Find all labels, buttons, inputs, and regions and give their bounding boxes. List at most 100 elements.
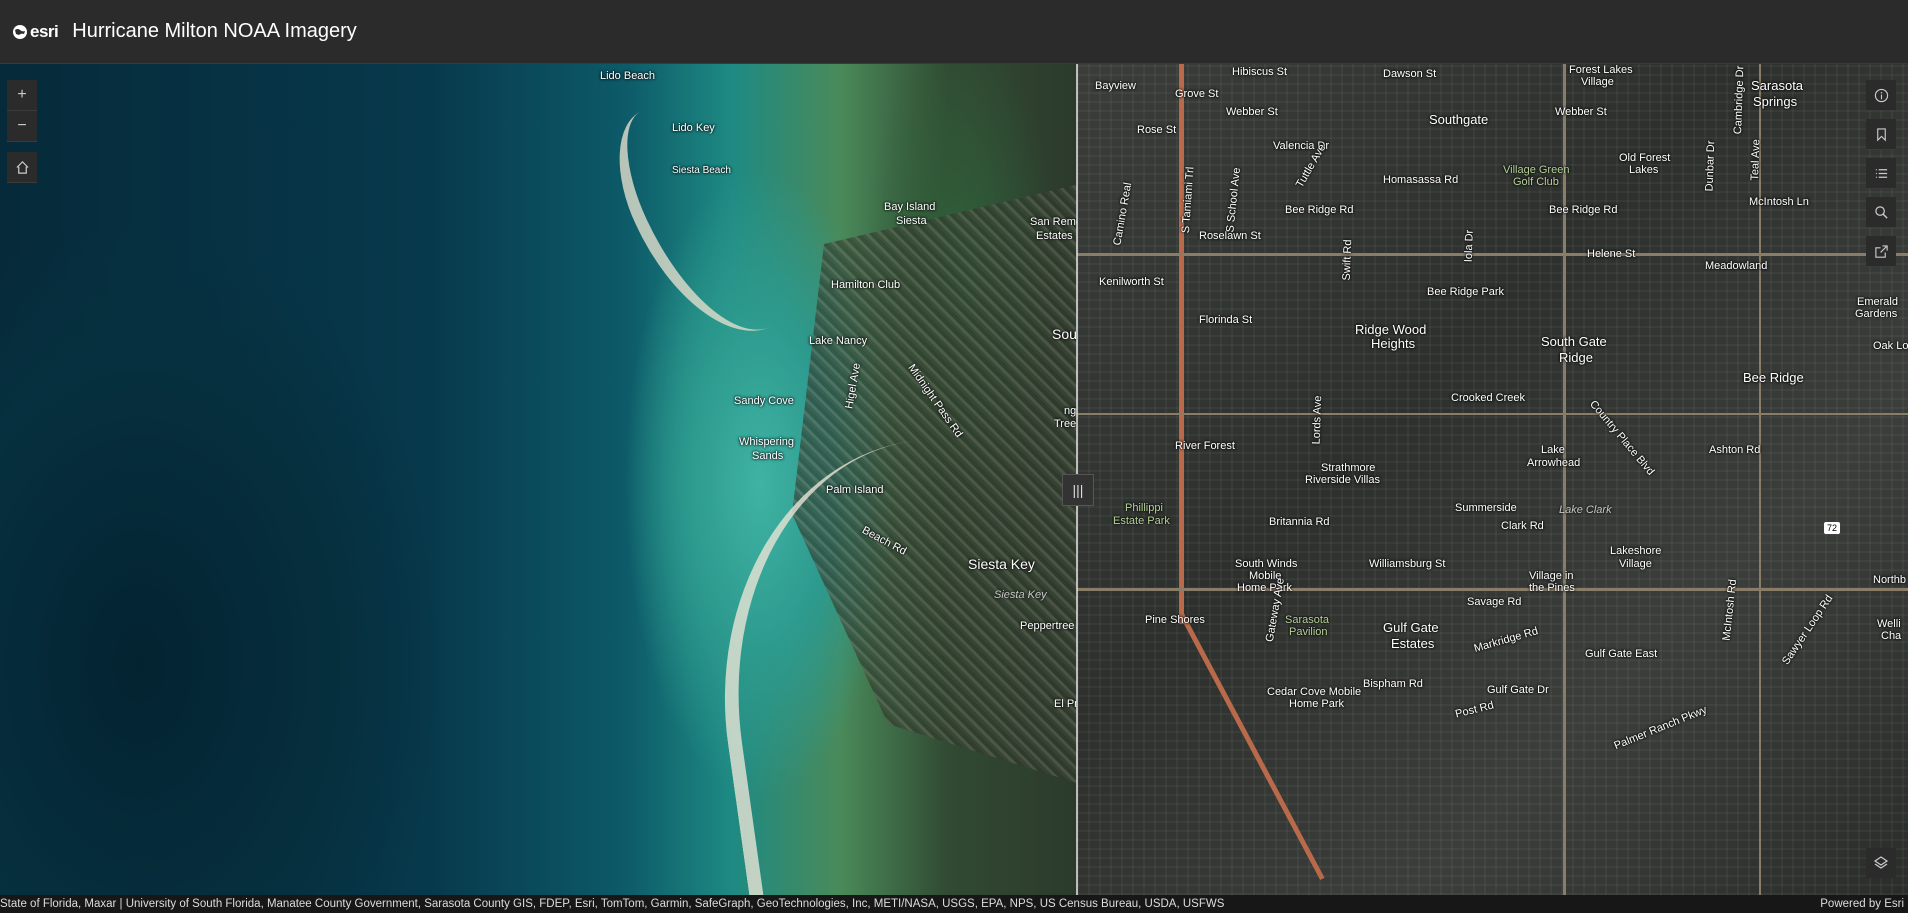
- map-label: Pavilion: [1289, 626, 1328, 638]
- home-icon: [15, 160, 29, 174]
- map-label: Village: [1581, 76, 1614, 88]
- map-attribution: State of Florida, Maxar | University of …: [0, 895, 1908, 913]
- map-label: Siesta Key: [968, 556, 1035, 572]
- map-label: Siesta: [896, 215, 927, 227]
- share-icon: [1874, 244, 1888, 258]
- bookmarks-button[interactable]: [1866, 119, 1896, 150]
- map-label: Gulf Gate East: [1585, 648, 1658, 660]
- map-label: the Pines: [1529, 582, 1575, 594]
- map-label: Bispham Rd: [1363, 678, 1423, 690]
- map-label: South Winds: [1235, 558, 1298, 570]
- map-label: Pine Shores: [1145, 614, 1205, 626]
- bookmark-icon: [1876, 127, 1886, 141]
- logo-text: esri: [30, 21, 59, 41]
- map-label: Heights: [1371, 336, 1416, 351]
- swipe-layer-right[interactable]: Bayview Hibiscus St Dawson St Forest Lak…: [1077, 64, 1908, 895]
- bee-ridge-east: [1077, 413, 1908, 415]
- map-label: Northb: [1873, 574, 1907, 586]
- map-label: Swift Rd: [1340, 239, 1355, 281]
- home-control: [7, 152, 37, 183]
- map-label: Sarasota: [1751, 78, 1804, 93]
- map-label: Savage Rd: [1467, 596, 1522, 608]
- map-label: Ridge Wood: [1355, 322, 1427, 337]
- map-label: Sarasota: [1285, 614, 1330, 626]
- map-label: Britannia Rd: [1269, 516, 1330, 528]
- map-label: Rose St: [1137, 124, 1177, 136]
- bee-ridge-rd: [1077, 253, 1908, 256]
- layer-list-button[interactable]: [1866, 848, 1896, 878]
- map-label: Bee Ridge Park: [1427, 286, 1505, 298]
- map-label: Palmer Ranch Pkwy: [1612, 703, 1709, 753]
- map-label: Estate Park: [1113, 515, 1170, 527]
- map-label: Crooked Creek: [1451, 392, 1525, 404]
- info-button[interactable]: [1866, 80, 1896, 111]
- map-label: Homasassa Rd: [1383, 174, 1459, 186]
- map-label: Clark Rd: [1501, 520, 1544, 532]
- powered-by-link[interactable]: Powered by Esri: [1820, 898, 1908, 910]
- zoom-in-button[interactable]: +: [7, 80, 37, 111]
- map-label: Forest Lakes: [1569, 64, 1633, 76]
- minus-icon: −: [17, 117, 27, 134]
- cattlemen-rd: [1563, 64, 1566, 895]
- map-label: Village Green: [1503, 164, 1570, 176]
- map-label: Meadowland: [1705, 260, 1768, 272]
- map-label: Lakeshore: [1610, 545, 1662, 557]
- map-label: Sandy Cove: [734, 395, 794, 407]
- search-button[interactable]: [1866, 197, 1896, 228]
- app-header: esri Hurricane Milton NOAA Imagery: [0, 0, 1908, 64]
- map-label: Strathmore: [1321, 462, 1376, 474]
- map-label: Teal Ave: [1748, 139, 1763, 181]
- map-label: Bayview: [1095, 80, 1136, 92]
- map-label: Florinda St: [1199, 314, 1253, 326]
- map-label: Markridge Rd: [1472, 625, 1540, 655]
- lido-beach-shore: [593, 77, 819, 361]
- map-label: Arrowhead: [1527, 457, 1581, 469]
- map-label: Bee Ridge Rd: [1285, 204, 1354, 216]
- legend-button[interactable]: [1866, 158, 1896, 189]
- map-label: S School Ave: [1224, 166, 1243, 234]
- map-label: Estates: [1391, 636, 1435, 651]
- home-button[interactable]: [7, 152, 37, 183]
- map-label: Lido Beach: [600, 70, 656, 82]
- map-label: Village: [1619, 558, 1652, 570]
- map-label: Helene St: [1587, 248, 1636, 260]
- map-label: Cha: [1881, 630, 1902, 642]
- map-label: Hibiscus St: [1232, 66, 1288, 78]
- tamiami-trail-road-south: [1179, 612, 1325, 881]
- info-icon: [1874, 88, 1888, 102]
- map-label: Webber St: [1226, 106, 1278, 118]
- share-button[interactable]: [1866, 236, 1896, 267]
- map-label: Siesta Beach: [672, 165, 731, 176]
- layers-icon: [1873, 856, 1889, 869]
- map-label: Southgate: [1429, 112, 1489, 127]
- list-icon: [1875, 168, 1887, 178]
- map-label: Sands: [752, 450, 784, 462]
- map-label: Ashton Rd: [1709, 444, 1761, 456]
- swipe-handle[interactable]: |||: [1062, 474, 1094, 506]
- map-label: Old Forest: [1619, 152, 1671, 164]
- route-72-shield: 72: [1824, 522, 1841, 534]
- map-label: Siesta Key: [994, 589, 1047, 601]
- map-label: Ridge: [1559, 350, 1593, 365]
- map-label: Riverside Villas: [1305, 474, 1380, 486]
- plus-icon: +: [17, 86, 27, 103]
- esri-logo[interactable]: esri: [12, 21, 59, 42]
- map-label: Lake Nancy: [809, 335, 868, 347]
- zoom-out-button[interactable]: −: [7, 111, 37, 142]
- map-label: Summerside: [1455, 502, 1517, 514]
- map-label: Lakes: [1629, 164, 1659, 176]
- map-label: Grove St: [1175, 88, 1219, 100]
- map-label: Cedar Cove Mobile: [1267, 686, 1362, 698]
- map-view[interactable]: Lido Beach Lido Key Siesta Beach Bay Isl…: [0, 64, 1908, 895]
- tamiami-trail-road: [1179, 64, 1184, 624]
- map-label: Estates: [1036, 230, 1073, 242]
- search-icon: [1874, 205, 1888, 219]
- map-label: Whispering: [739, 436, 795, 448]
- zoom-controls: + −: [7, 80, 37, 142]
- map-label: Iola Dr: [1462, 229, 1476, 263]
- swipe-layer-left[interactable]: Lido Beach Lido Key Siesta Beach Bay Isl…: [0, 64, 1149, 895]
- globe-icon: [13, 24, 27, 39]
- map-label: Lido Key: [672, 122, 715, 134]
- siesta-beach-shore: [689, 420, 1125, 895]
- map-label: Springs: [1753, 94, 1798, 109]
